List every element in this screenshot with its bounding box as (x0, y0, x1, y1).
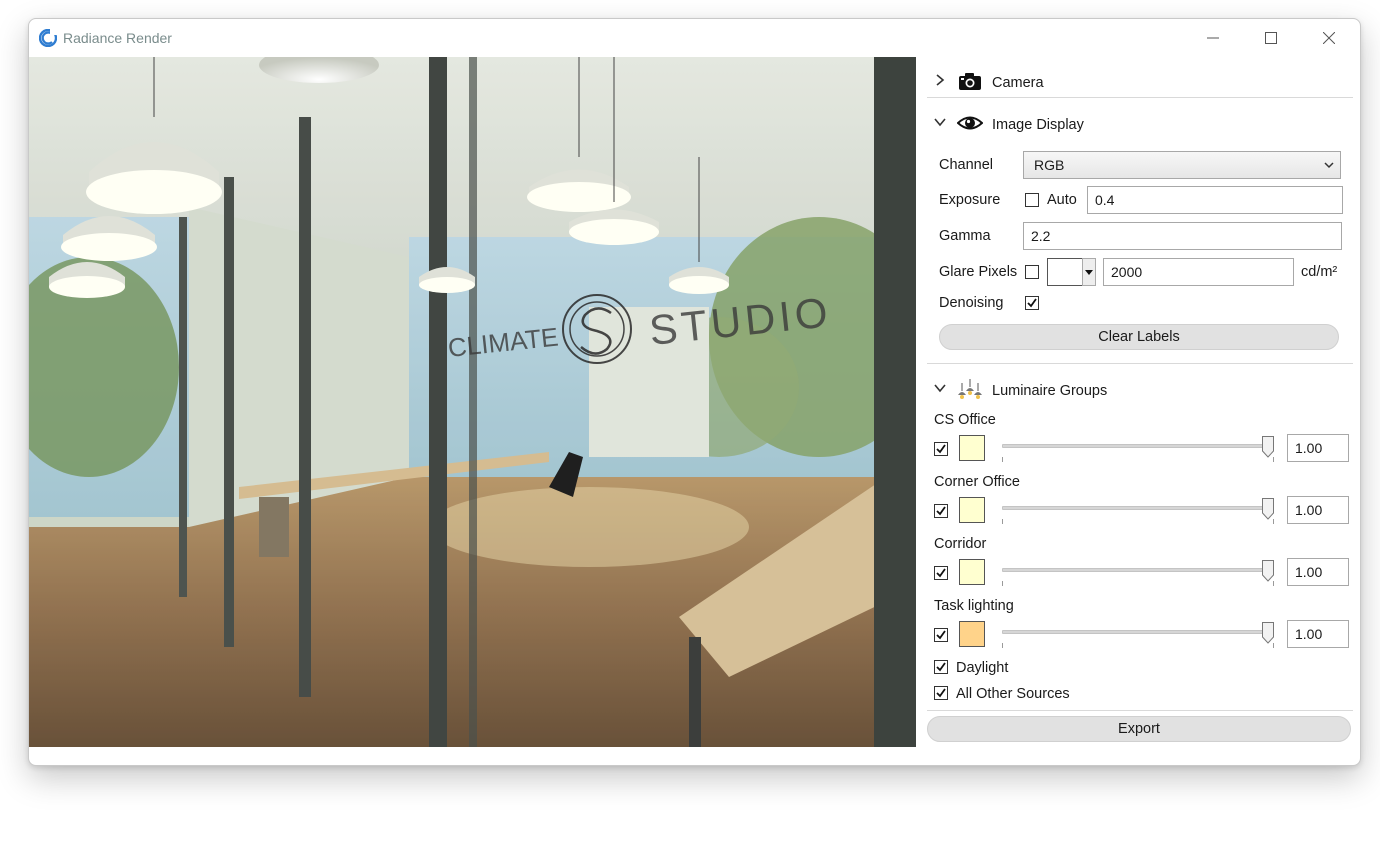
minimize-button[interactable] (1184, 19, 1242, 57)
image-display-section-title: Image Display (992, 117, 1084, 133)
chevron-down-icon (934, 118, 946, 127)
luminaire-group-name: Corridor (934, 536, 987, 552)
app-window: Radiance Render CLIMATE STUDIO Camera Im… (28, 18, 1361, 766)
luminaire-groups-section-title: Luminaire Groups (992, 383, 1108, 399)
glare-color-dropdown[interactable] (1082, 258, 1096, 286)
luminaire-group-slider[interactable] (1002, 444, 1274, 448)
window-title: Radiance Render (63, 30, 172, 46)
slider-thumb-icon (1262, 436, 1274, 458)
checkmark-icon (1027, 298, 1037, 308)
slider-thumb[interactable] (1262, 436, 1274, 458)
control-panel: Camera Image Display Channel RGB Exposur… (927, 57, 1355, 757)
luminaire-group-name: Task lighting (934, 598, 1014, 614)
glare-color-swatch[interactable] (1047, 258, 1083, 286)
luminaire-group-value-input[interactable]: 1.00 (1287, 434, 1349, 462)
slider-tick (1002, 581, 1003, 586)
export-button[interactable]: Export (927, 716, 1351, 742)
slider-tick (1002, 519, 1003, 524)
slider-tick (1002, 643, 1003, 648)
slider-tick (1002, 457, 1003, 462)
checkmark-icon (936, 568, 946, 578)
slider-thumb-icon (1262, 560, 1274, 582)
gamma-input[interactable]: 2.2 (1023, 222, 1342, 250)
maximize-button[interactable] (1242, 19, 1300, 57)
channel-select-value: RGB (1034, 157, 1065, 173)
luminaire-group-color-swatch[interactable] (959, 497, 985, 523)
title-bar[interactable]: Radiance Render (29, 19, 1360, 57)
luminaire-group-checkbox[interactable] (934, 628, 948, 642)
slider-thumb[interactable] (1262, 560, 1274, 582)
eye-icon (957, 116, 983, 130)
channel-label: Channel (939, 157, 994, 173)
luminaire-group-slider[interactable] (1002, 506, 1274, 510)
all-other-sources-checkbox[interactable] (934, 686, 948, 700)
auto-label: Auto (1047, 192, 1077, 208)
slider-thumb-icon (1262, 498, 1274, 520)
luminaire-group-name: Corner Office (934, 474, 1020, 490)
luminaire-group-checkbox[interactable] (934, 442, 948, 456)
render-viewport[interactable]: CLIMATE STUDIO (29, 57, 916, 747)
glare-unit-label: cd/m² (1301, 264, 1338, 280)
luminaires-icon (958, 379, 982, 399)
image-display-section-header[interactable]: Image Display (927, 103, 1353, 143)
checkmark-icon (936, 506, 946, 516)
checkmark-icon (936, 630, 946, 640)
channel-select[interactable]: RGB (1023, 151, 1341, 179)
luminaire-group-name: CS Office (934, 412, 996, 428)
checkmark-icon (936, 444, 946, 454)
daylight-checkbox[interactable] (934, 660, 948, 674)
luminaire-group-checkbox[interactable] (934, 566, 948, 580)
luminaire-group-slider[interactable] (1002, 568, 1274, 572)
slider-thumb-icon (1262, 622, 1274, 644)
luminaire-group-value-input[interactable]: 1.00 (1287, 558, 1349, 586)
luminaire-group-color-swatch[interactable] (959, 559, 985, 585)
daylight-label: Daylight (956, 660, 1009, 676)
luminaire-group-value-input[interactable]: 1.00 (1287, 496, 1349, 524)
caret-down-icon (1085, 270, 1093, 275)
divider (927, 363, 1353, 364)
luminaire-groups-section-header[interactable]: Luminaire Groups (927, 369, 1353, 409)
close-icon (1323, 32, 1335, 44)
minimize-icon (1207, 37, 1219, 39)
exposure-label: Exposure (939, 192, 1001, 208)
denoising-checkbox[interactable] (1025, 296, 1039, 310)
climatestudio-logo-icon (39, 29, 57, 47)
divider (927, 710, 1353, 711)
slider-thumb[interactable] (1262, 622, 1274, 644)
chevron-down-icon (934, 384, 946, 393)
close-button[interactable] (1300, 19, 1358, 57)
divider (927, 97, 1353, 98)
checkmark-icon (936, 662, 946, 672)
glare-pixels-checkbox[interactable] (1025, 265, 1039, 279)
luminaire-group-value-input[interactable]: 1.00 (1287, 620, 1349, 648)
exposure-input[interactable]: 0.4 (1087, 186, 1343, 214)
chevron-right-icon (936, 74, 945, 86)
all-other-sources-label: All Other Sources (956, 686, 1070, 702)
maximize-icon (1265, 32, 1277, 44)
denoising-label: Denoising (939, 295, 1004, 311)
luminaire-group-checkbox[interactable] (934, 504, 948, 518)
glare-pixels-label: Glare Pixels (939, 264, 1018, 280)
auto-exposure-checkbox[interactable] (1025, 193, 1039, 207)
clear-labels-button[interactable]: Clear Labels (939, 324, 1339, 350)
slider-thumb[interactable] (1262, 498, 1274, 520)
checkmark-icon (936, 688, 946, 698)
glare-threshold-input[interactable]: 2000 (1103, 258, 1294, 286)
luminaire-group-color-swatch[interactable] (959, 621, 985, 647)
camera-section-title: Camera (992, 75, 1044, 91)
camera-section-header[interactable]: Camera (927, 61, 1353, 101)
chevron-down-icon (1324, 162, 1334, 169)
camera-icon (959, 73, 981, 90)
render-image: CLIMATE STUDIO (29, 57, 916, 747)
luminaire-group-color-swatch[interactable] (959, 435, 985, 461)
luminaire-group-slider[interactable] (1002, 630, 1274, 634)
gamma-label: Gamma (939, 228, 991, 244)
